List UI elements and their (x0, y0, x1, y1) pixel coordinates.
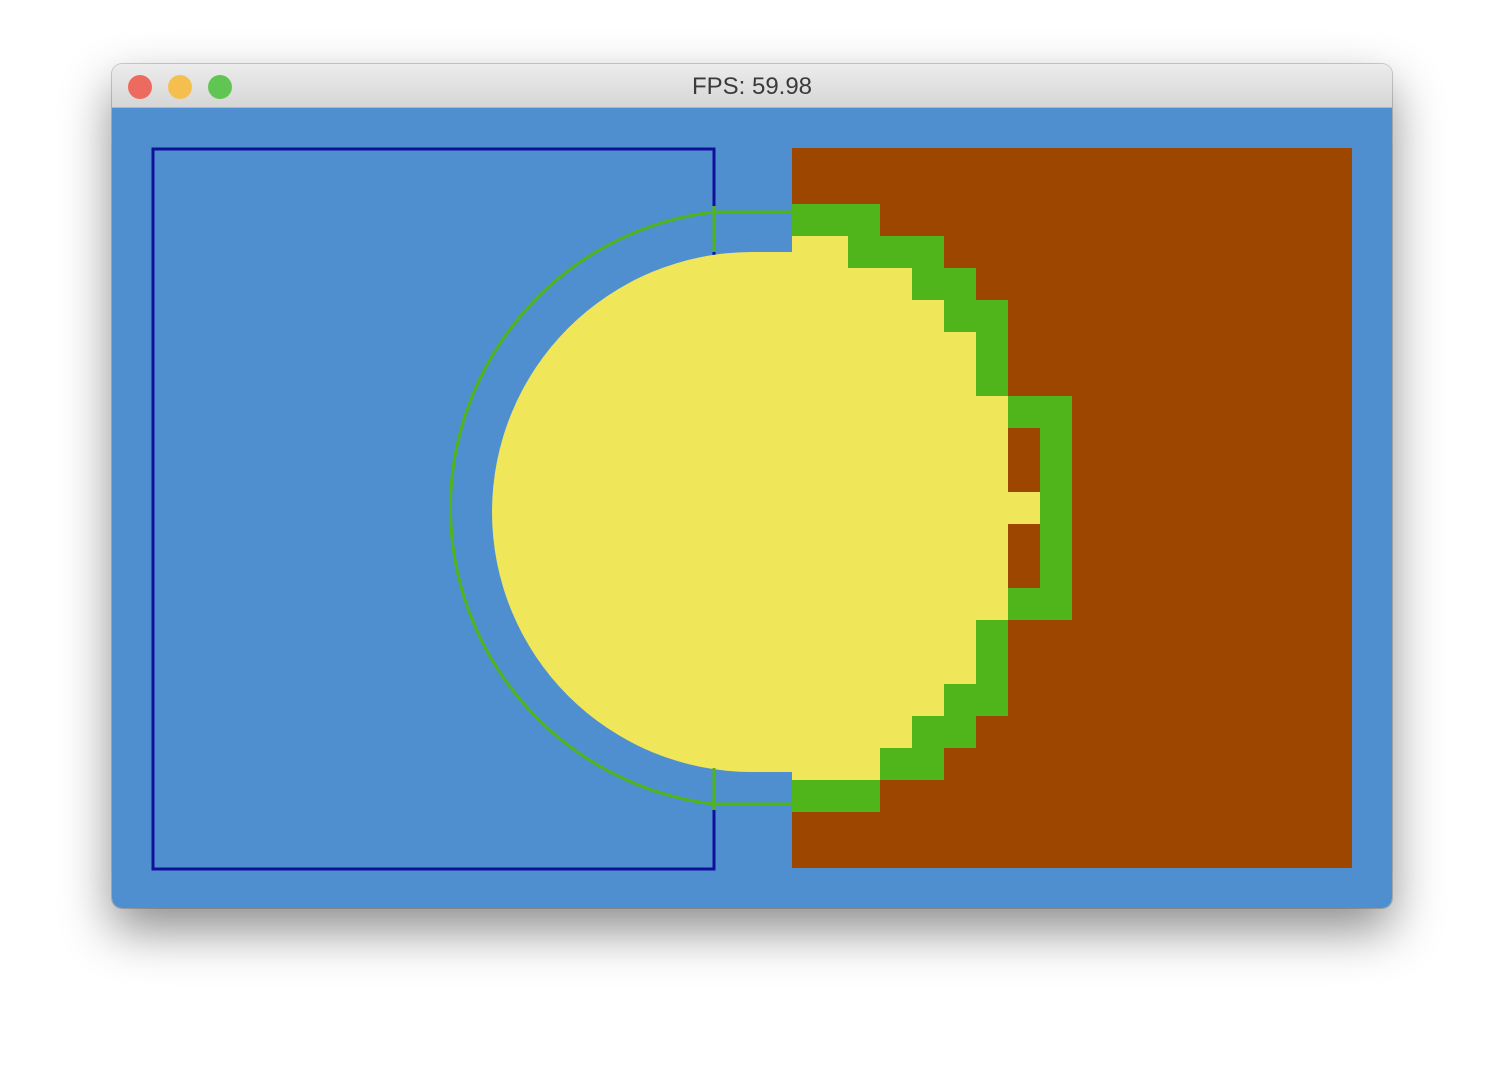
grass-pixel (792, 204, 880, 236)
grass-pixel (976, 620, 1008, 684)
grass-pixel (848, 236, 944, 268)
sand-pixel-row (792, 332, 1008, 364)
grass-pixel (944, 684, 1008, 716)
window-title: FPS: 59.98 (691, 73, 813, 100)
game-viewport[interactable] (112, 108, 1392, 908)
grass-pixel (1040, 396, 1072, 620)
sand-pixel-row (792, 492, 1040, 524)
sand-pixel-row (792, 652, 976, 684)
grass-pixel (1008, 396, 1040, 428)
sand-pixel-row (792, 588, 1008, 652)
sand-pixel-row (792, 716, 912, 748)
grass-pixel (792, 780, 880, 812)
grass-pixel (976, 332, 1008, 396)
sand-pixel-row (792, 364, 1008, 428)
dirt-notch (1008, 524, 1040, 588)
sand-pixel-row (792, 428, 1008, 492)
sand-pixel-row (792, 524, 1008, 588)
sand-pixel-row (792, 684, 944, 716)
sand-pixel-tongue (1008, 492, 1040, 524)
dirt-notch (1008, 428, 1040, 492)
grass-pixel (944, 300, 1008, 332)
game-canvas[interactable] (112, 108, 1392, 908)
grass-pixel (912, 268, 976, 300)
title-bar[interactable]: FPS: 59.98 (112, 64, 1392, 108)
sand-pixel-row (792, 748, 880, 780)
grass-pixel (1008, 588, 1040, 620)
grass-pixel (912, 716, 976, 748)
app-window: FPS: 59.98 (112, 64, 1392, 908)
grass-pixel (880, 748, 944, 780)
